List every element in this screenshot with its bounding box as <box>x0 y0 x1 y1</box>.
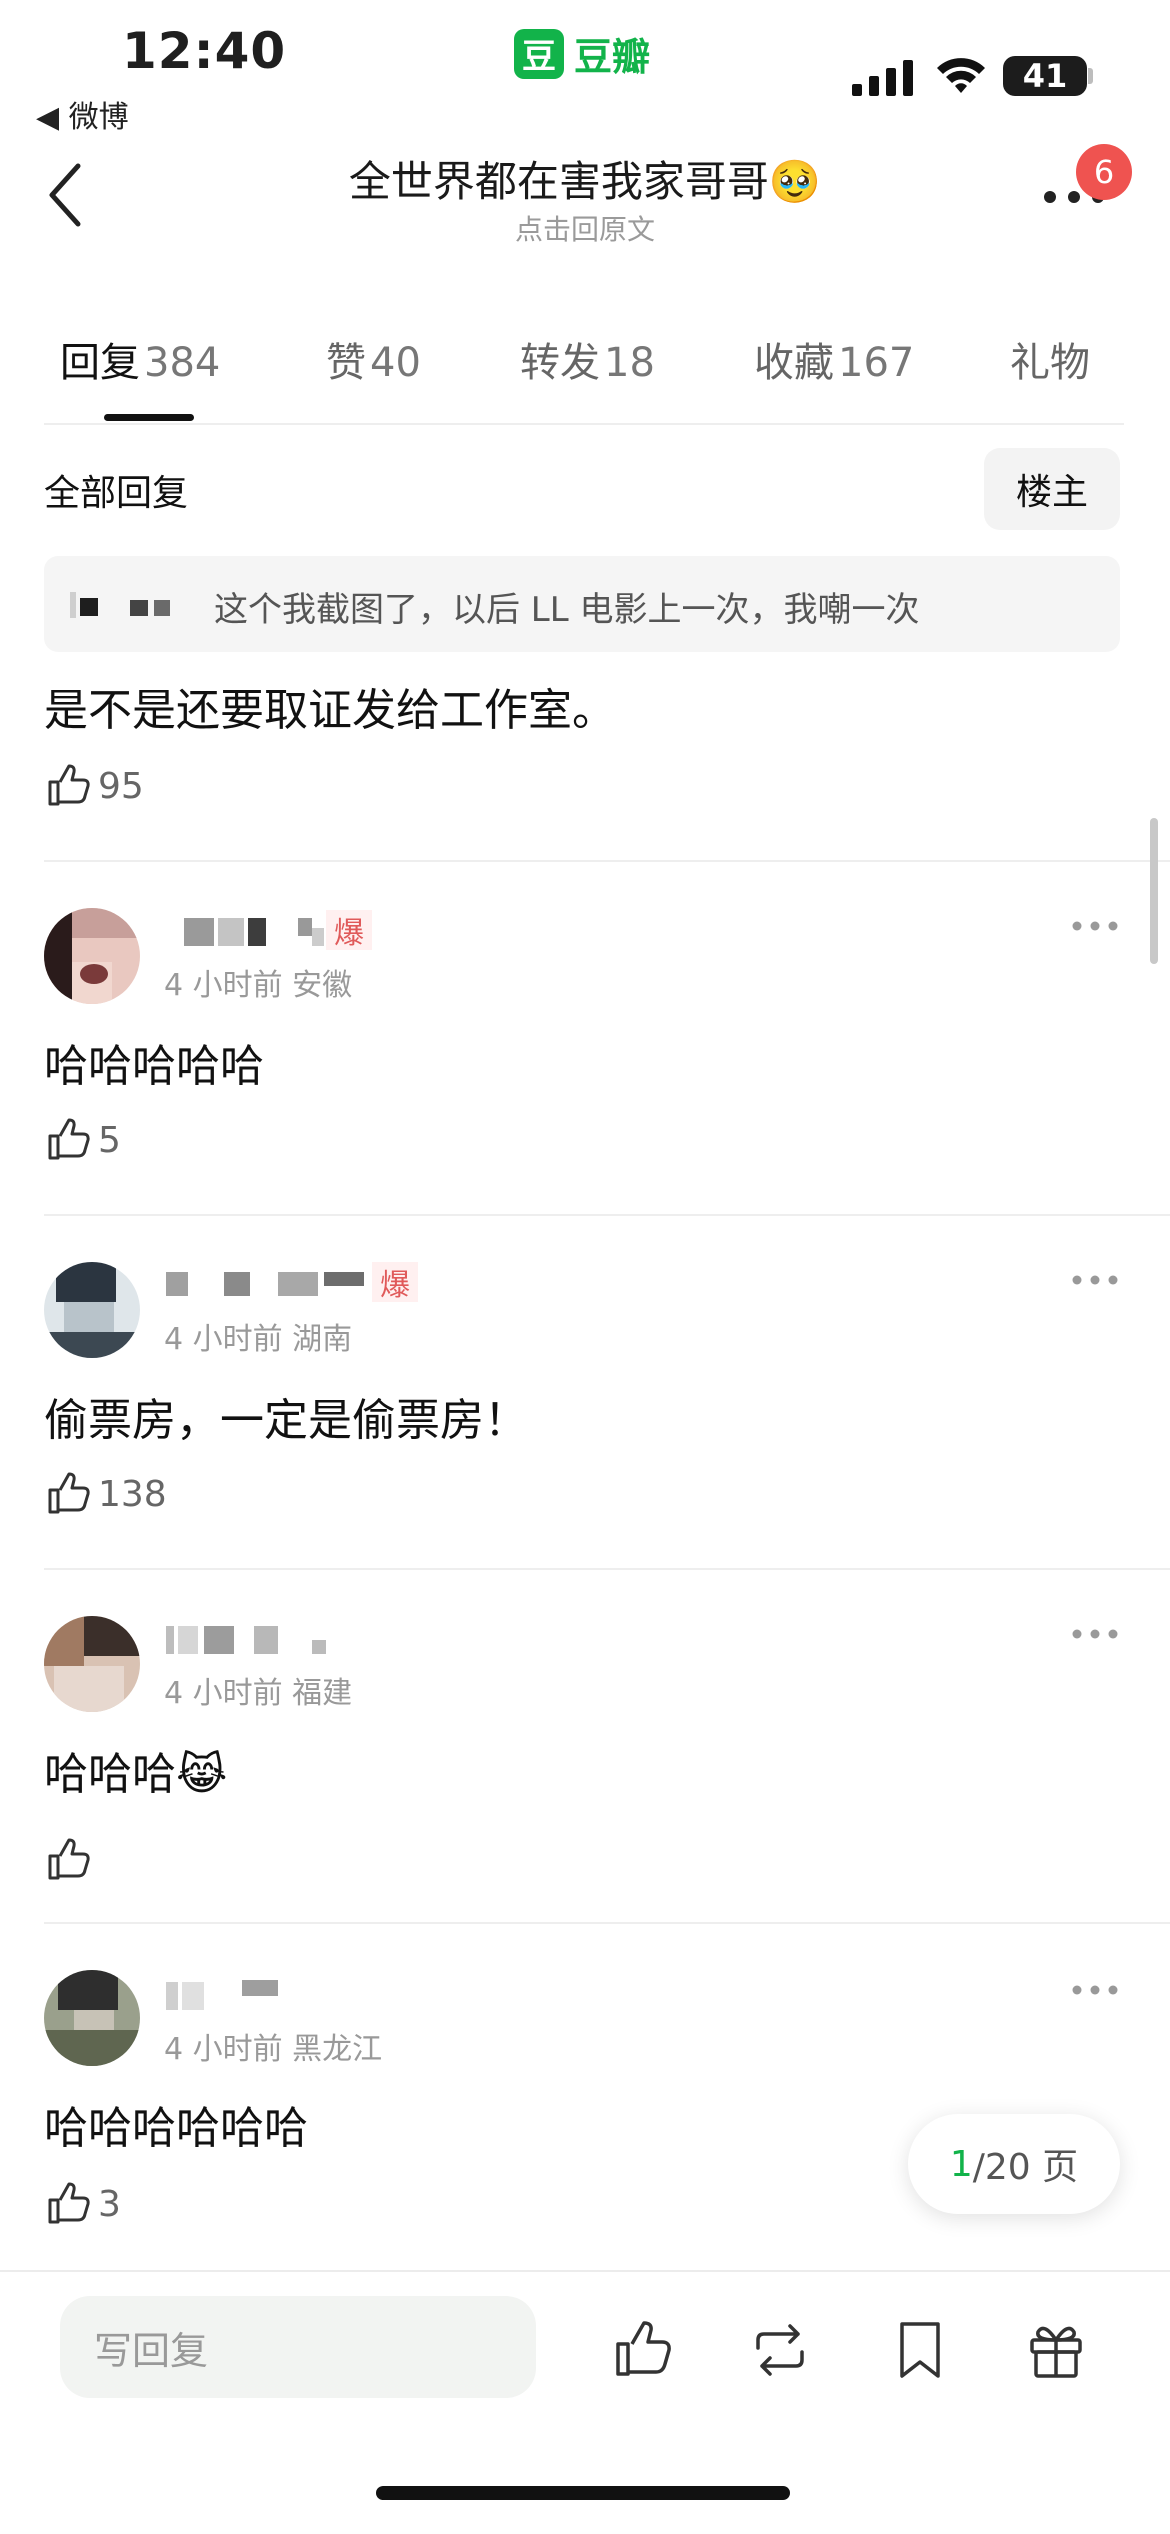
avatar[interactable] <box>44 1616 140 1712</box>
tab-likes[interactable]: 赞 40 <box>326 330 421 388</box>
thumbs-up-icon <box>48 2182 90 2224</box>
blurred-username <box>70 592 170 618</box>
notification-badge: 6 <box>1076 144 1132 200</box>
post-title: 全世界都在害我家哥哥🥹 <box>348 157 822 206</box>
tab-count: 40 <box>370 340 421 386</box>
repost-icon[interactable] <box>748 2318 812 2382</box>
comment-meta: 4 小时前 安徽 <box>164 968 353 1003</box>
like-button[interactable]: 3 <box>44 2180 121 2228</box>
current-page: 1 <box>949 2143 973 2185</box>
avatar[interactable] <box>44 908 140 1004</box>
back-to-app-link[interactable]: ◀ 微博 <box>36 92 129 136</box>
tab-gifts[interactable]: 礼物 <box>1010 330 1090 388</box>
tab-favorites[interactable]: 收藏 167 <box>754 330 914 388</box>
like-button[interactable]: 5 <box>44 1116 121 1164</box>
owner-only-button[interactable]: 楼主 <box>984 448 1120 530</box>
blurred-avatar-image <box>44 908 140 1004</box>
total-pages: /20 页 <box>972 2147 1079 2188</box>
avatar[interactable] <box>44 1262 140 1358</box>
divider <box>44 423 1124 425</box>
divider <box>44 1568 1170 1570</box>
thumbs-up-icon <box>48 1838 90 1880</box>
like-button[interactable]: 138 <box>44 1470 167 1518</box>
brand-name: 豆瓣 <box>574 35 651 79</box>
blurred-username <box>166 1980 278 2010</box>
bookmark-icon[interactable] <box>888 2318 952 2382</box>
tab-count: 18 <box>604 340 655 386</box>
battery-icon: 41 <box>1003 56 1087 96</box>
hot-tag-label: 爆 <box>334 916 364 951</box>
tab-label: 转发 <box>520 340 600 386</box>
tab-label: 收藏 <box>754 340 834 386</box>
all-replies-label: 全部回复 <box>44 473 189 514</box>
cellular-signal-icon <box>852 60 913 96</box>
comment-more-icon[interactable] <box>1070 1982 1120 1998</box>
like-button[interactable] <box>44 1836 92 1884</box>
reply-input[interactable]: 写回复 <box>60 2296 536 2398</box>
blurred-avatar-image <box>44 1262 140 1358</box>
blurred-username <box>184 918 324 946</box>
divider <box>44 1922 1170 1924</box>
tab-count: 384 <box>144 340 221 386</box>
hot-tag: 爆 <box>326 910 372 951</box>
thumbs-up-icon <box>48 764 90 806</box>
thumbs-up-icon[interactable] <box>610 2318 674 2382</box>
tab-count: 167 <box>838 340 915 386</box>
blurred-avatar-image <box>44 1616 140 1712</box>
hot-tag-label: 爆 <box>380 1268 410 1303</box>
comment-more-icon[interactable] <box>1070 918 1120 934</box>
comment-more-icon[interactable] <box>1070 1626 1120 1642</box>
comment-meta: 4 小时前 湖南 <box>164 1322 353 1357</box>
comment-content: 哈哈哈😹 <box>44 1749 228 1800</box>
avatar[interactable] <box>44 1970 140 2066</box>
back-to-original-link[interactable]: 点击回原文 <box>0 208 1170 248</box>
divider <box>44 860 1170 862</box>
tab-label: 礼物 <box>1010 340 1090 386</box>
like-count: 138 <box>98 1473 167 1515</box>
comment-content: 哈哈哈哈哈 <box>44 1041 264 1092</box>
hot-tag: 爆 <box>372 1262 418 1303</box>
tab-label: 赞 <box>326 340 366 386</box>
thumbs-up-icon <box>48 1118 90 1160</box>
tab-reposts[interactable]: 转发 18 <box>520 330 655 388</box>
like-button[interactable]: 95 <box>44 762 144 810</box>
comment-more-icon[interactable] <box>1070 1272 1120 1288</box>
blurred-username <box>166 1626 326 1654</box>
status-time: 12:40 <box>122 22 287 80</box>
page-indicator[interactable]: 1/20 页 <box>908 2114 1120 2214</box>
like-count: 3 <box>98 2183 121 2225</box>
blurred-username <box>166 1272 364 1296</box>
douban-logo-icon: 豆 <box>514 28 564 79</box>
like-count: 5 <box>98 1119 121 1161</box>
thumbs-up-icon <box>48 1472 90 1514</box>
comment-content: 偷票房，一定是偷票房！ <box>44 1395 528 1446</box>
comment-meta: 4 小时前 黑龙江 <box>164 2032 383 2067</box>
battery-nub <box>1088 68 1093 84</box>
tab-replies[interactable]: 回复 384 <box>60 330 220 388</box>
divider <box>44 1214 1170 1216</box>
home-indicator <box>376 2486 790 2500</box>
blurred-avatar-image <box>44 1970 140 2066</box>
quoted-text: 这个我截图了，以后 LL 电影上一次，我嘲一次 <box>214 590 920 630</box>
scrollbar[interactable] <box>1150 818 1158 964</box>
comment-content: 哈哈哈哈哈哈 <box>44 2103 308 2154</box>
app-brand: 豆 豆瓣 <box>514 26 650 81</box>
reply-content: 是不是还要取证发给工作室。 <box>44 685 616 736</box>
tab-label: 回复 <box>60 340 140 386</box>
gift-icon[interactable] <box>1024 2318 1088 2382</box>
comment-meta: 4 小时前 福建 <box>164 1676 353 1711</box>
like-count: 95 <box>98 765 144 807</box>
active-tab-indicator <box>104 414 194 421</box>
wifi-icon <box>937 58 985 93</box>
